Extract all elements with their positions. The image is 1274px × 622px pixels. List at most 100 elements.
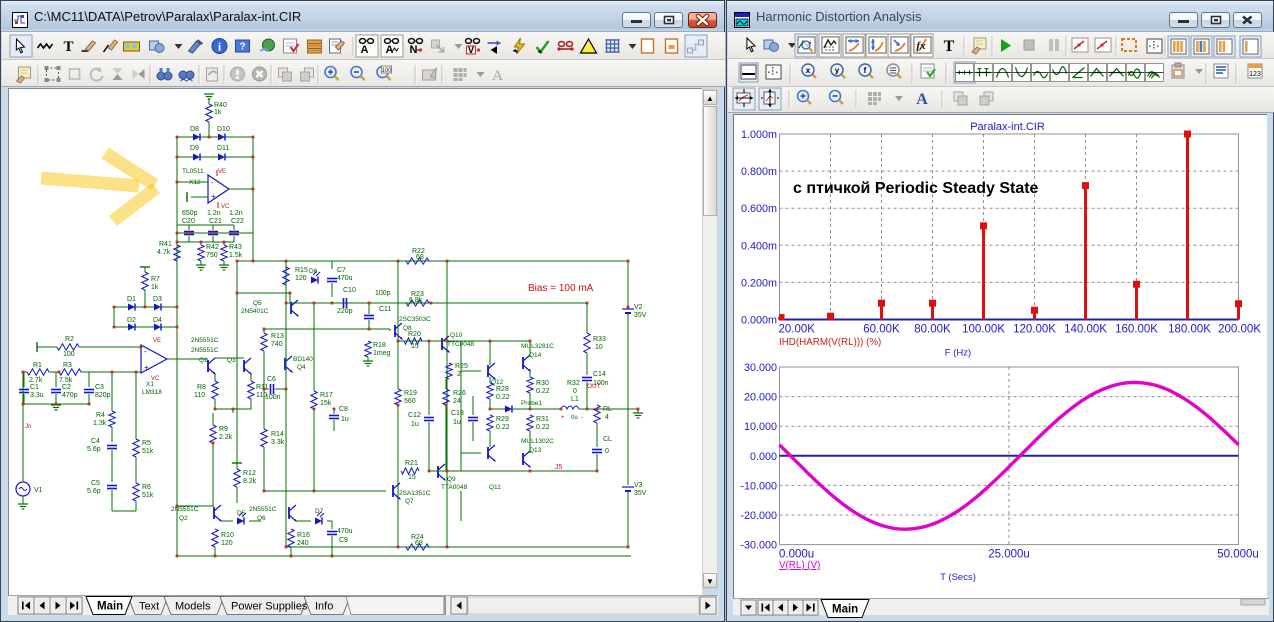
svg-text:160.00K: 160.00K: [1115, 324, 1158, 336]
svg-text:68: 68: [415, 540, 423, 547]
svg-text:4.7k: 4.7k: [157, 249, 171, 256]
svg-text:5.6p: 5.6p: [87, 446, 101, 453]
svg-text:470u: 470u: [337, 528, 353, 535]
svg-text:TL0511: TL0511: [182, 168, 204, 175]
svg-text:R11: R11: [256, 384, 268, 391]
svg-text:20.000: 20.000: [744, 392, 777, 404]
svg-text:?: ?: [239, 42, 245, 53]
svg-text:-: -: [144, 347, 147, 356]
svg-text:R17: R17: [320, 392, 333, 399]
svg-text:1u: 1u: [453, 419, 461, 426]
svg-text:0: 0: [573, 388, 577, 395]
svg-text:100.00K: 100.00K: [962, 324, 1005, 336]
svg-text:Q7: Q7: [405, 498, 414, 505]
svg-text:C6: C6: [267, 376, 276, 383]
svg-text:0.22: 0.22: [536, 388, 550, 395]
svg-text:2.7k: 2.7k: [29, 377, 43, 384]
svg-text:C12: C12: [408, 412, 421, 419]
svg-text:V1: V1: [34, 487, 43, 494]
svg-text:C3: C3: [95, 384, 104, 391]
svg-text:Probe1: Probe1: [521, 400, 542, 407]
svg-text:+: +: [144, 363, 149, 372]
svg-text:2N5551C: 2N5551C: [249, 506, 277, 513]
svg-text:Jn: Jn: [25, 424, 31, 430]
svg-text:0.000: 0.000: [750, 451, 777, 463]
svg-text:-30.000: -30.000: [740, 540, 777, 552]
svg-text:Q2: Q2: [179, 515, 188, 522]
svg-text:R1: R1: [33, 362, 42, 369]
svg-text:120: 120: [295, 275, 307, 282]
svg-text:Bias = 100 mA: Bias = 100 mA: [528, 283, 594, 294]
svg-text:2SA1351C: 2SA1351C: [399, 490, 431, 497]
svg-text:V: V: [468, 45, 474, 55]
svg-text:R43: R43: [229, 244, 242, 251]
svg-text:R21: R21: [405, 460, 418, 467]
svg-text:VE: VE: [218, 169, 226, 175]
svg-text:470p: 470p: [62, 392, 78, 399]
svg-text:2: 2: [457, 371, 461, 378]
svg-text:0.800m: 0.800m: [741, 166, 777, 178]
svg-text:J5: J5: [555, 464, 563, 471]
svg-text:R7: R7: [151, 276, 160, 283]
svg-text:D10: D10: [217, 126, 230, 133]
svg-text:R33: R33: [593, 336, 606, 343]
svg-text:7.5k: 7.5k: [59, 377, 73, 384]
svg-text:100n: 100n: [265, 394, 281, 401]
svg-text:220p: 220p: [337, 308, 353, 315]
svg-text:2N5551C: 2N5551C: [191, 337, 219, 344]
svg-text:8.2k: 8.2k: [243, 478, 257, 485]
svg-text:100n: 100n: [593, 380, 609, 387]
svg-text:180.00K: 180.00K: [1168, 324, 1211, 336]
svg-text:0.000m: 0.000m: [741, 315, 777, 327]
svg-text:A: A: [386, 44, 394, 56]
svg-text:100p: 100p: [375, 290, 391, 297]
svg-text:Text: Text: [139, 601, 159, 613]
svg-text:24: 24: [453, 398, 461, 405]
svg-text:20.00K: 20.00K: [779, 324, 816, 336]
svg-text:x: x: [806, 66, 811, 75]
svg-text:1k: 1k: [151, 284, 159, 291]
svg-text:Q1: Q1: [199, 357, 208, 364]
svg-text:4: 4: [605, 414, 609, 421]
svg-text:Q11: Q11: [489, 484, 501, 491]
svg-text:6.8k: 6.8k: [409, 297, 423, 304]
svg-text:650p: 650p: [182, 210, 198, 217]
svg-text:BD140: BD140: [293, 356, 313, 363]
svg-text:1k: 1k: [214, 109, 222, 116]
svg-text:MUL1302C: MUL1302C: [521, 438, 554, 445]
svg-text:200.00K: 200.00K: [1218, 324, 1261, 336]
svg-text:1.2n: 1.2n: [229, 210, 243, 217]
svg-text:C8: C8: [339, 406, 348, 413]
svg-text:1meg: 1meg: [373, 350, 391, 357]
svg-text:-20.000: -20.000: [740, 510, 777, 522]
svg-text:1.2n: 1.2n: [207, 210, 221, 217]
svg-text:IHD(HARM(V(RL))) (%): IHD(HARM(V(RL))) (%): [779, 337, 881, 348]
svg-text:T: T: [944, 38, 955, 55]
svg-text:A: A: [916, 91, 928, 108]
svg-text:0.400m: 0.400m: [741, 240, 777, 252]
svg-text:0.22: 0.22: [496, 424, 510, 431]
svg-text:L1: L1: [571, 396, 579, 403]
svg-text:R10: R10: [221, 532, 234, 539]
svg-text:50.000u: 50.000u: [1217, 549, 1259, 561]
svg-text:R30: R30: [536, 380, 549, 387]
svg-text:V3: V3: [634, 482, 643, 489]
svg-text:MUL3281C: MUL3281C: [521, 343, 554, 350]
svg-text:C7: C7: [337, 267, 346, 274]
svg-text:-: -: [211, 178, 214, 187]
svg-text:1.3k: 1.3k: [93, 420, 107, 427]
svg-text:R8: R8: [197, 384, 206, 391]
svg-text:1u: 1u: [411, 421, 419, 428]
svg-text:T (Secs): T (Secs): [940, 572, 976, 583]
svg-text:100: 100: [381, 68, 392, 74]
svg-text:R20: R20: [408, 331, 421, 338]
svg-text:y: y: [835, 66, 840, 75]
svg-text:110: 110: [194, 392, 205, 399]
svg-text:0u: 0u: [571, 415, 578, 421]
svg-text:750: 750: [206, 252, 218, 259]
svg-text:+: +: [561, 415, 565, 421]
svg-text:R40: R40: [214, 102, 227, 109]
svg-text:560: 560: [404, 398, 416, 405]
svg-text:35V: 35V: [634, 490, 647, 497]
svg-text:C1: C1: [30, 384, 39, 391]
